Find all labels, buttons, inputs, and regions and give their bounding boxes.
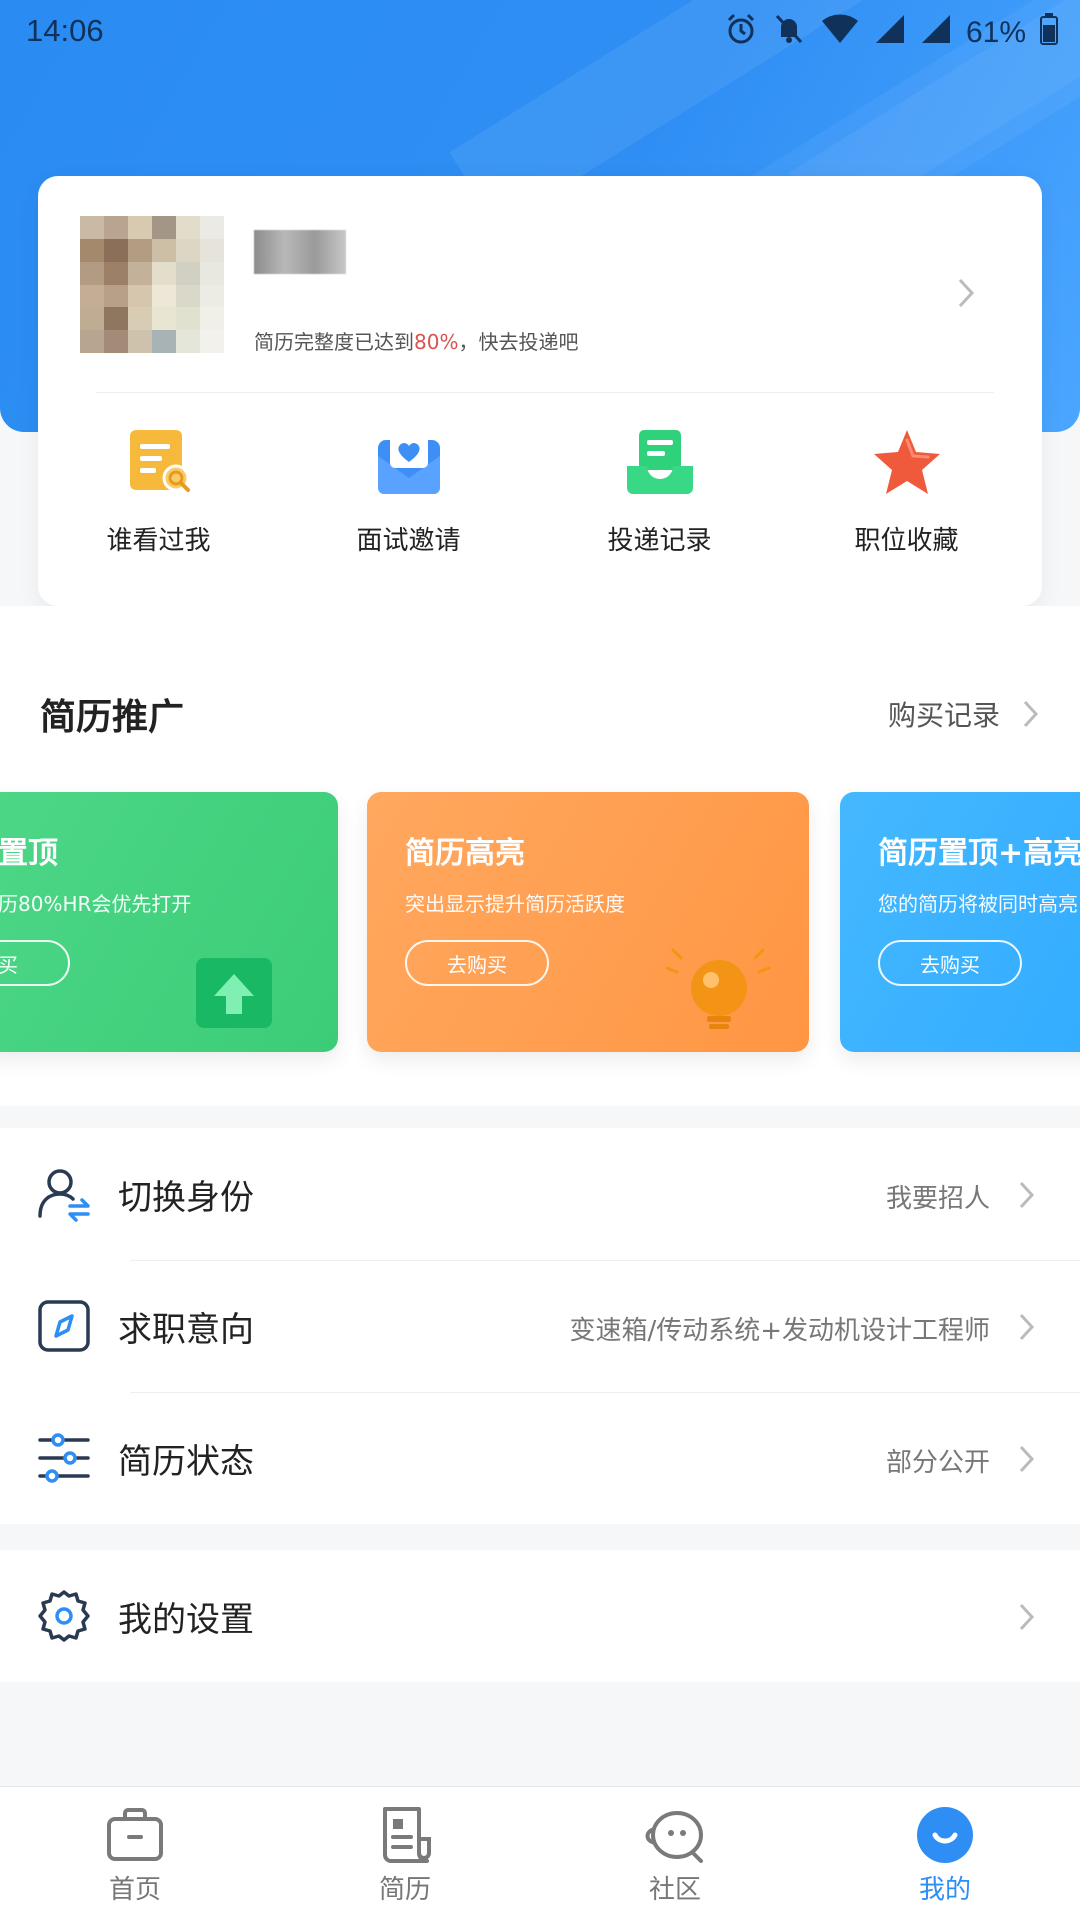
quick-action-job-favorites[interactable]: 职位收藏 (781, 426, 1032, 566)
menu-title: 切换身份 (118, 1178, 254, 1218)
quick-action-viewed-me[interactable]: 谁看过我 (33, 426, 284, 566)
chevron-right-icon[interactable] (956, 276, 976, 310)
quick-action-label: 谁看过我 (106, 526, 211, 556)
sliders-icon (38, 1433, 90, 1483)
status-bar: 14:06 61% (0, 0, 1080, 64)
star-icon (873, 430, 940, 494)
nav-label: 我的 (918, 1875, 971, 1905)
chevron-right-icon (1023, 700, 1039, 728)
completeness-suffix: ，快去投递吧 (458, 330, 579, 354)
menu-group: 我的设置 (0, 1550, 1080, 1682)
community-icon (645, 1811, 703, 1863)
nav-label: 首页 (108, 1875, 161, 1905)
promo-desc: 历80%HR会优先打开 (0, 892, 192, 916)
completeness-value: 80% (414, 330, 459, 354)
menu-value: 部分公开 (885, 1448, 990, 1478)
resume-icon (383, 1807, 431, 1863)
interview-invite-icon (377, 432, 440, 494)
nav-community[interactable]: 社区 (540, 1787, 810, 1920)
quick-actions: 谁看过我 面试邀请 投递记录 职位收藏 (38, 426, 1042, 566)
chevron-right-icon (1019, 1181, 1035, 1209)
battery-level: 61% (965, 16, 1026, 49)
purchase-history-label: 购买记录 (887, 699, 1000, 732)
menu-value: 变速箱/传动系统+发动机设计工程师 (569, 1316, 990, 1346)
menu-value: 我要招人 (885, 1184, 990, 1214)
menu-title: 我的设置 (118, 1600, 254, 1640)
purchase-history-link[interactable]: 购买记录 (888, 694, 1040, 734)
switch-identity-icon (38, 1169, 90, 1222)
promo-card-top-highlight[interactable]: 简历置顶+高亮 您的简历将被同时高亮 去购买 (840, 792, 1080, 1052)
chevron-right-icon (1019, 1603, 1035, 1631)
compass-icon (38, 1300, 90, 1352)
home-briefcase-icon (107, 1808, 163, 1861)
menu-group: 切换身份 我要招人 求职意向 变速箱/传动系统+发动机设计工程师 简历状态 部分… (0, 1128, 1080, 1524)
menu-item-job-intention[interactable]: 求职意向 变速箱/传动系统+发动机设计工程师 (0, 1260, 1080, 1392)
wifi-icon (820, 13, 860, 53)
chevron-right-icon (1019, 1313, 1035, 1341)
upload-box-icon (196, 958, 272, 1028)
avatar[interactable] (80, 216, 224, 353)
promo-desc: 您的简历将被同时高亮 (878, 892, 1078, 916)
nav-label: 简历 (378, 1875, 431, 1905)
promo-title: 简历置顶+高亮 (878, 836, 1080, 871)
promo-buy-button[interactable]: 购买 (0, 940, 70, 986)
status-time: 14:06 (26, 13, 104, 48)
promo-title: 置顶 (0, 836, 58, 871)
promotion-title: 简历推广 (40, 697, 185, 738)
bell-off-icon (772, 12, 806, 54)
alarm-icon (724, 12, 758, 54)
quick-action-label: 职位收藏 (854, 526, 959, 556)
user-name-redacted (254, 230, 346, 274)
delivery-record-icon (626, 430, 693, 494)
menu-item-switch-identity[interactable]: 切换身份 我要招人 (0, 1128, 1080, 1260)
profile-card[interactable]: 简历完整度已达到80%，快去投递吧 谁看过我 面试邀请 投递记录 职位收藏 (38, 176, 1042, 606)
profile-smile-icon (917, 1807, 973, 1863)
quick-action-label: 面试邀请 (356, 526, 461, 556)
menu-item-settings[interactable]: 我的设置 (0, 1550, 1080, 1682)
resume-completeness: 简历完整度已达到80%，快去投递吧 (254, 326, 578, 355)
quick-action-interview-invite[interactable]: 面试邀请 (283, 426, 534, 566)
chevron-right-icon (1019, 1445, 1035, 1473)
promo-card-top[interactable]: 置顶 历80%HR会优先打开 购买 (0, 792, 338, 1052)
viewed-me-icon (129, 430, 190, 492)
nav-resume[interactable]: 简历 (270, 1787, 540, 1920)
bottom-nav: 首页 简历 社区 我的 (0, 1786, 1080, 1920)
profile-screen: 14:06 61% 简历完整度已达到80%，快去投递吧 谁看过我 面试邀请 投递… (0, 0, 1080, 1920)
menu-title: 简历状态 (118, 1442, 254, 1482)
menu-title: 求职意向 (118, 1310, 254, 1350)
nav-label: 社区 (648, 1875, 701, 1905)
promo-card-highlight[interactable]: 简历高亮 突出显示提升简历活跃度 去购买 (367, 792, 809, 1052)
promo-buy-button[interactable]: 去购买 (405, 940, 549, 986)
divider (96, 392, 994, 393)
signal-icon (874, 13, 906, 53)
menu-item-resume-status[interactable]: 简历状态 部分公开 (0, 1392, 1080, 1524)
nav-profile[interactable]: 我的 (810, 1787, 1080, 1920)
nav-home[interactable]: 首页 (0, 1787, 270, 1920)
light-bulb-icon (665, 948, 771, 1029)
promo-buy-button[interactable]: 去购买 (878, 940, 1022, 986)
quick-action-delivery-record[interactable]: 投递记录 (534, 426, 785, 566)
battery-icon (1040, 13, 1058, 53)
completeness-prefix: 简历完整度已达到 (254, 330, 414, 354)
promo-desc: 突出显示提升简历活跃度 (405, 892, 625, 916)
signal-icon (920, 13, 952, 53)
promo-title: 简历高亮 (405, 836, 525, 871)
quick-action-label: 投递记录 (607, 526, 712, 556)
promotion-carousel[interactable]: 置顶 历80%HR会优先打开 购买 简历高亮 突出显示提升简历活跃度 去购买 简… (0, 792, 1080, 1052)
gear-icon (38, 1590, 90, 1642)
